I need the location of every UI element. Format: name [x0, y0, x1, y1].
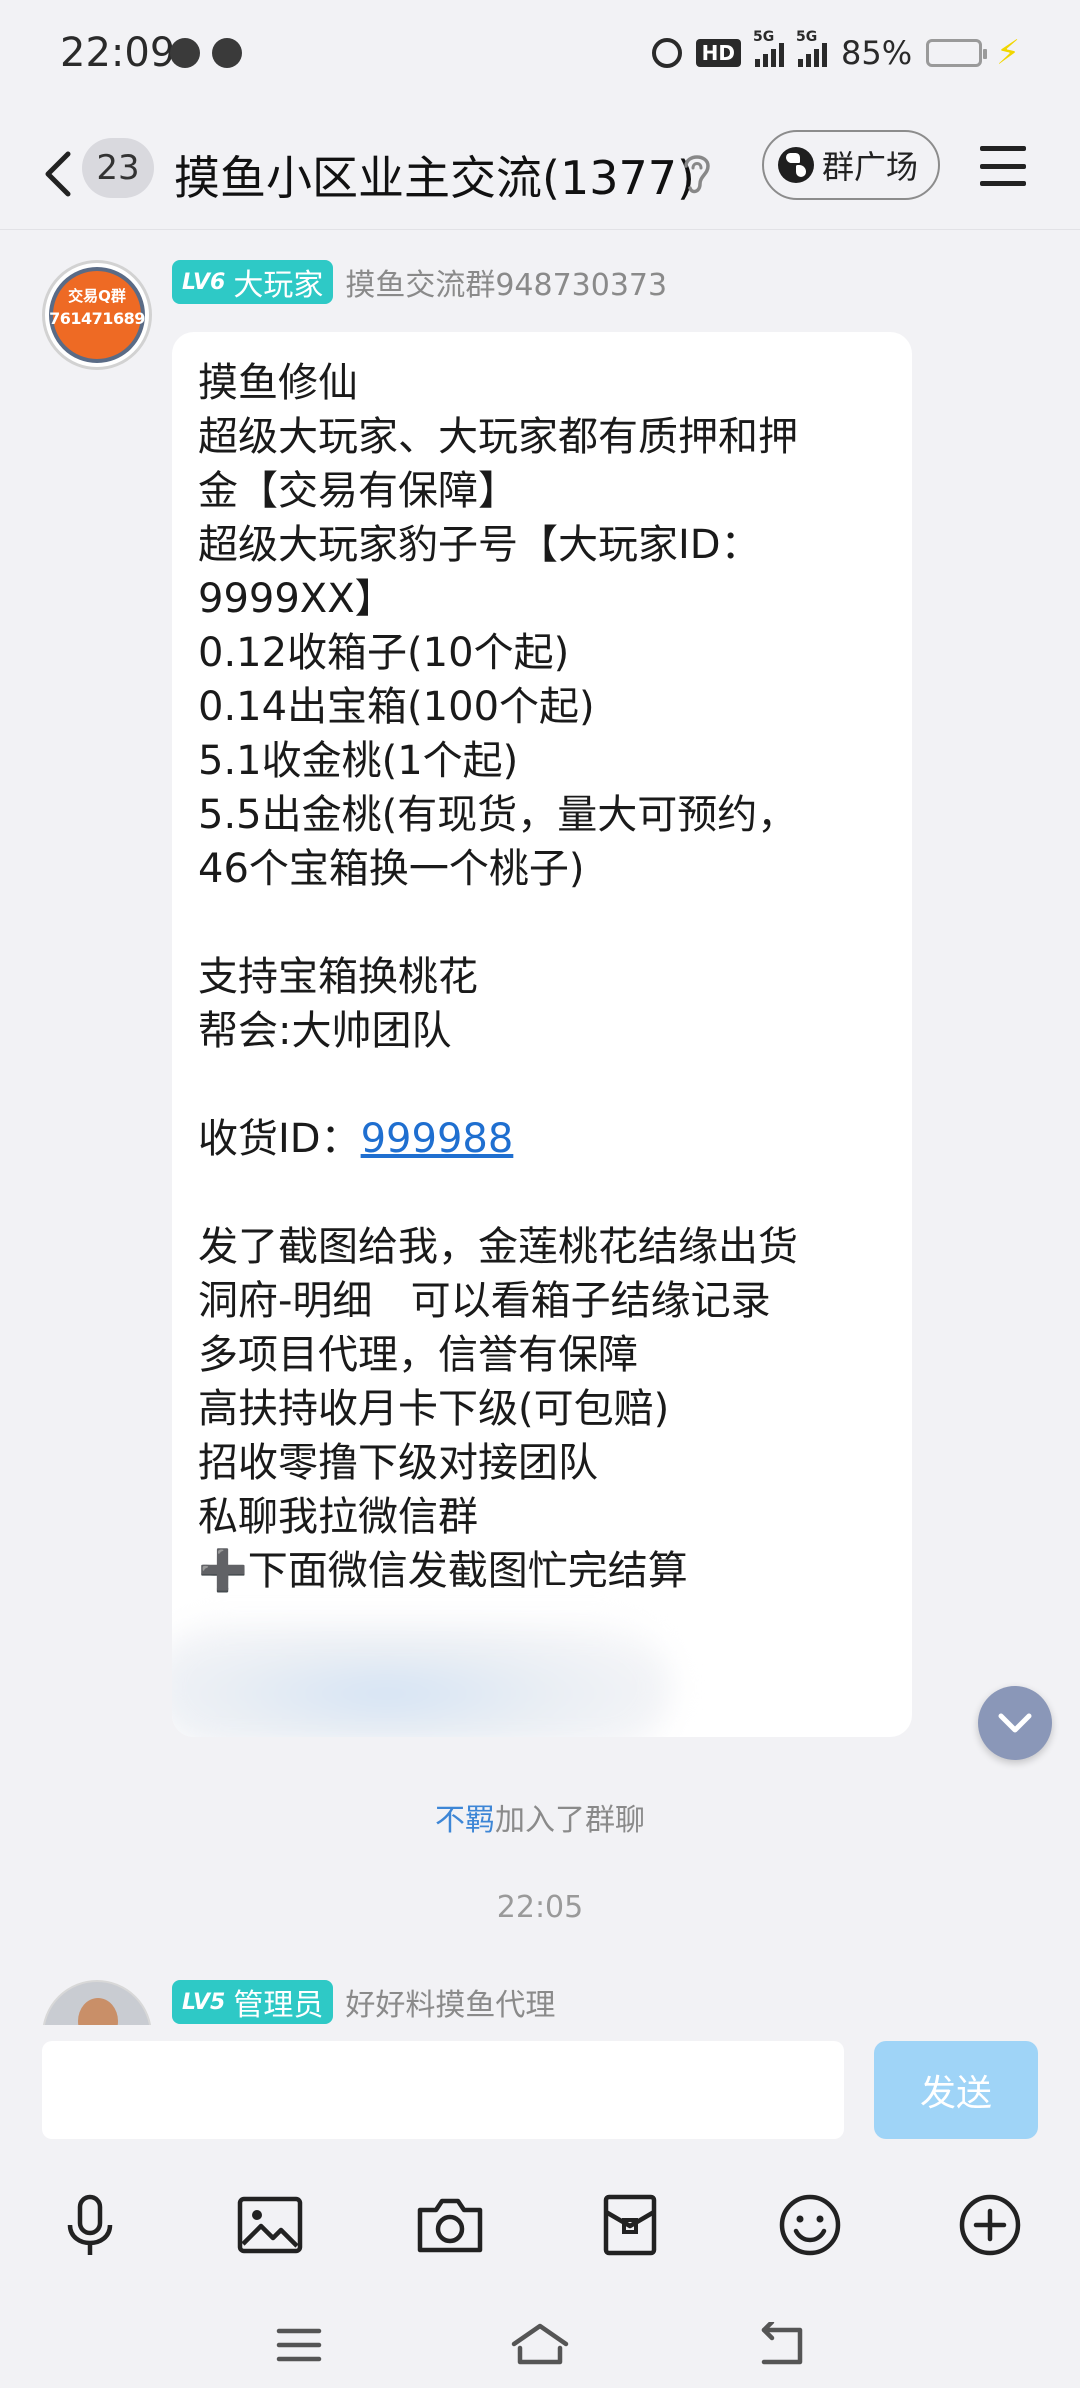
message-line — [198, 1166, 886, 1220]
message-text: 摸鱼修仙超级大玩家、大玩家都有质押和押 金【交易有保障】超级大玩家豹子号【大玩家I… — [198, 356, 886, 1112]
joined-text: 加入了群聊 — [495, 1803, 645, 1838]
image-icon[interactable] — [230, 2185, 310, 2265]
plus-icon[interactable] — [950, 2185, 1030, 2265]
charging-icon: ⚡ — [996, 33, 1020, 73]
avatar[interactable] — [42, 1980, 152, 2025]
camera-icon[interactable] — [410, 2185, 490, 2265]
hd-icon: HD — [695, 39, 741, 67]
receive-id-link[interactable]: 999988 — [361, 1116, 514, 1162]
system-notice: 不羁加入了群聊 — [0, 1795, 1080, 1839]
scroll-to-bottom-button[interactable] — [978, 1686, 1052, 1760]
sender-name[interactable]: 好好料摸鱼代理 — [345, 1980, 555, 2024]
menu-nav-icon[interactable] — [264, 2315, 334, 2375]
level-title: 大玩家 — [233, 268, 324, 303]
avatar-text-bottom: 761471689 — [49, 309, 145, 328]
level-title: 管理员 — [233, 1988, 324, 2023]
message-line: 9999XX】 — [198, 576, 395, 622]
status-bar: 22:09 HD 5G 5G 85% ⚡ — [0, 0, 1080, 118]
message-line: 洞府-明细 可以看箱子结缘记录 — [198, 1278, 771, 1324]
back-nav-icon[interactable] — [746, 2315, 816, 2375]
joined-user-name[interactable]: 不羁 — [435, 1803, 495, 1838]
level-badge: LV6 大玩家 — [172, 260, 334, 304]
message-line: 金【交易有保障】 — [198, 468, 518, 514]
status-time: 22:09 — [60, 30, 176, 76]
battery-icon — [926, 39, 988, 67]
message-line: ➕下面微信发截图忙完结算 — [198, 1548, 688, 1594]
receive-id-line: 收货ID：999988 — [198, 1112, 886, 1166]
ear-icon[interactable] — [680, 148, 714, 198]
level-number: LV6 — [182, 269, 226, 295]
message-line — [198, 1058, 886, 1112]
battery-percent: 85% — [841, 34, 913, 72]
globe-icon — [778, 147, 814, 183]
red-packet-icon[interactable] — [590, 2185, 670, 2265]
message-line: 高扶持收月卡下级(可包赔) — [198, 1386, 670, 1432]
sim1-label: 5G — [753, 29, 775, 45]
message-line: 5.1收金桃(1个起) — [198, 738, 519, 784]
avatar[interactable]: 交易Q群 761471689 — [42, 260, 152, 370]
signal-icon: 5G — [796, 29, 827, 67]
message-line: 0.14出宝箱(100个起) — [198, 684, 595, 730]
message-line: 0.12收箱子(10个起) — [198, 630, 570, 676]
group-square-button[interactable]: 群广场 — [762, 130, 940, 200]
message-text-continued: 发了截图给我，金莲桃花结缘出货 洞府-明细 可以看箱子结缘记录 多项目代理，信誉有保… — [198, 1166, 886, 1598]
sender-name[interactable]: 摸鱼交流群948730373 — [345, 260, 667, 304]
message-icon — [212, 38, 242, 68]
message-input[interactable] — [42, 2041, 844, 2139]
sender-row: LV5 管理员 好好料摸鱼代理 — [172, 1980, 555, 2024]
group-title[interactable]: 摸鱼小区业主交流(1377) — [174, 142, 695, 208]
message-line: 摸鱼修仙 — [198, 360, 358, 406]
message-line: 多项目代理，信誉有保障 — [198, 1332, 638, 1378]
sim2-label: 5G — [796, 29, 818, 45]
receive-id-label: 收货ID： — [198, 1116, 361, 1162]
chat-message-list[interactable]: 交易Q群 761471689 LV6 大玩家 摸鱼交流群948730373 摸鱼… — [0, 230, 1080, 2025]
chevron-down-icon — [998, 1713, 1032, 1733]
status-indicators: HD 5G 5G 85% ⚡ — [651, 29, 1020, 73]
blurred-contact-region — [172, 1622, 672, 1737]
message-line: 5.5出金桃(有现货，量大可预约， — [198, 792, 798, 838]
input-bar: 发送 — [0, 2025, 1080, 2388]
message-line: 支持宝箱换桃花 — [198, 954, 478, 1000]
message-line: 私聊我拉微信群 — [198, 1494, 478, 1540]
menu-icon[interactable] — [980, 146, 1026, 186]
message-timestamp: 22:05 — [496, 1890, 584, 1925]
send-button[interactable]: 发送 — [874, 2041, 1038, 2139]
back-icon[interactable] — [36, 148, 86, 200]
system-nav-bar — [0, 2315, 1080, 2388]
avatar-text-top: 交易Q群 — [68, 287, 126, 305]
chat-header: 23 摸鱼小区业主交流(1377) 群广场 — [0, 118, 1080, 230]
unread-count-badge[interactable]: 23 — [82, 138, 154, 198]
message-line: 46个宝箱换一个桃子) — [198, 846, 585, 892]
message-line: 发了截图给我，金莲桃花结缘出货 — [198, 1224, 798, 1270]
alarm-icon — [651, 38, 682, 68]
status-app-icons — [170, 38, 242, 68]
group-square-label: 群广场 — [822, 148, 919, 186]
message-line: 帮会:大帅团队 — [198, 1008, 452, 1054]
level-number: LV5 — [182, 1989, 226, 2015]
message-bubble[interactable]: 摸鱼修仙超级大玩家、大玩家都有质押和押 金【交易有保障】超级大玩家豹子号【大玩家I… — [172, 332, 912, 1737]
wechat-icon — [170, 38, 200, 68]
input-toolbar — [0, 2185, 1080, 2275]
signal-icon: 5G — [753, 29, 784, 67]
avatar-face — [78, 1998, 118, 2025]
message-line: 超级大玩家豹子号【大玩家ID： — [198, 522, 761, 568]
message-line — [198, 896, 886, 950]
home-nav-icon[interactable] — [505, 2315, 575, 2375]
sender-row: LV6 大玩家 摸鱼交流群948730373 — [172, 260, 667, 304]
level-badge: LV5 管理员 — [172, 1980, 334, 2024]
emoji-icon[interactable] — [770, 2185, 850, 2265]
microphone-icon[interactable] — [50, 2185, 130, 2265]
message-line: 招收零撸下级对接团队 — [198, 1440, 598, 1486]
message-line: 超级大玩家、大玩家都有质押和押 — [198, 414, 798, 460]
